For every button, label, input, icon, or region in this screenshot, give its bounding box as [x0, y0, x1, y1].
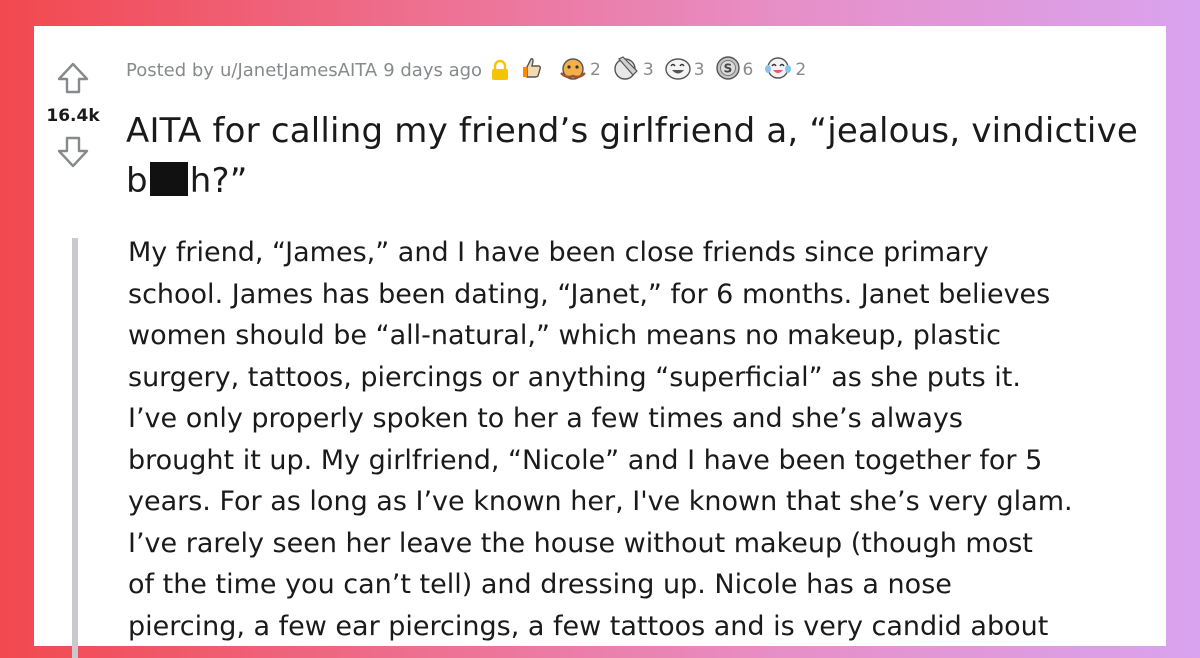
downvote-icon[interactable]: [51, 130, 95, 174]
body-line: My friend, “James,” and I have been clos…: [128, 237, 989, 268]
posted-by-label: Posted by: [126, 59, 214, 81]
svg-text:S: S: [723, 61, 732, 75]
laughing-award[interactable]: 3: [664, 55, 705, 86]
post-meta: Posted by u/JanetJamesAITA 9 days ago 2 …: [126, 55, 806, 82]
body-line: brought it up. My girlfriend, “Nicole” a…: [128, 444, 1043, 476]
facepalm-award[interactable]: 3: [611, 55, 654, 86]
body-line: I’ve rarely seen her leave the house wit…: [128, 527, 1033, 559]
post-title-text-end: h?”: [189, 161, 248, 201]
silver-award[interactable]: S 6: [715, 55, 753, 86]
wholesome-award-icon: [520, 55, 546, 86]
body-line: I’ve only properly spoken to her a few t…: [128, 403, 963, 434]
hugz-award-icon: [558, 55, 588, 86]
vote-score: 16.4k: [46, 106, 100, 126]
post-title-text: AITA for calling my friend’s girlfriend …: [126, 111, 1139, 201]
redaction-block: [149, 162, 188, 196]
body-line: school. James has been dating, “Janet,” …: [128, 278, 1051, 310]
body-line: piercing, a few ear piercings, a few tat…: [128, 610, 1049, 642]
post-body: My friend, “James,” and I have been clos…: [128, 232, 1158, 647]
author-link[interactable]: u/JanetJamesAITA: [220, 60, 377, 81]
body-quote-bar: [72, 238, 78, 658]
body-line: years. For as long as I’ve known her, I'…: [128, 486, 1073, 517]
post-title[interactable]: AITA for calling my friend’s girlfriend …: [126, 106, 1156, 206]
facepalm-award-icon: [611, 55, 641, 86]
wholesome-award[interactable]: [520, 55, 548, 86]
body-line: surgery, tattoos, piercings or anything …: [128, 361, 1021, 393]
post-card: 16.4k Posted by u/JanetJamesAITA 9 days …: [34, 26, 1166, 658]
laughing-award-icon: [664, 55, 692, 86]
silver-award-icon: S: [715, 55, 741, 86]
vote-column: 16.4k: [34, 56, 112, 174]
tears-of-joy-award[interactable]: 2: [763, 55, 806, 86]
tears-of-joy-award-icon: [763, 55, 793, 86]
body-line: women should be “all-natural,” which mea…: [128, 320, 1001, 351]
upvote-icon[interactable]: [51, 56, 95, 100]
hugz-award[interactable]: 2: [558, 55, 601, 86]
body-line: of the time you can’t tell) and dressing…: [128, 569, 952, 600]
lock-icon: [490, 59, 510, 81]
post-age: 9 days ago: [383, 59, 483, 81]
